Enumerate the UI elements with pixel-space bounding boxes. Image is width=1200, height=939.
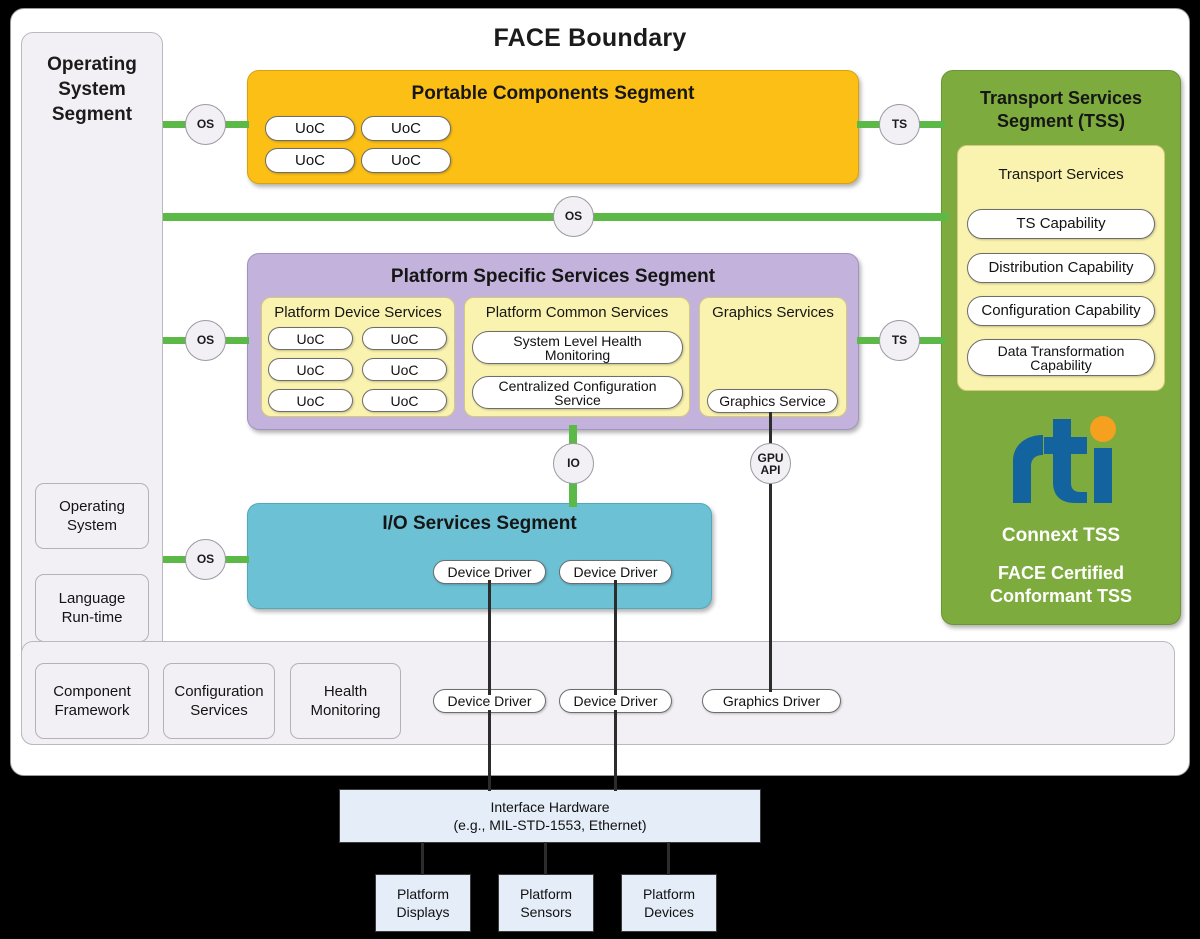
io-services-segment-title: I/O Services Segment	[382, 513, 577, 534]
gpu-api-line-2: API	[760, 462, 781, 477]
oss-item-language-runtime[interactable]: Language Run-time	[35, 574, 149, 642]
operating-system-segment-title: Operating System Segment	[21, 52, 163, 127]
pds-uoc-2[interactable]: UoC	[362, 327, 447, 350]
oss-title-line-1: Operating	[47, 54, 137, 75]
oss-item-configuration-services[interactable]: Configuration Services	[163, 663, 275, 739]
platform-sensors-line-2: Sensors	[520, 904, 572, 920]
pds-uoc-3[interactable]: UoC	[268, 358, 353, 381]
hw-to-sensors-line	[544, 842, 547, 875]
oss-item-component-framework[interactable]: Component Framework	[35, 663, 149, 739]
connector-ts-pss[interactable]: TS	[879, 320, 920, 361]
connector-os-pss[interactable]: OS	[185, 320, 226, 361]
io-line-lower	[569, 481, 577, 507]
slhm-line-2: Monitoring	[544, 346, 611, 363]
platform-specific-services-segment-title: Platform Specific Services Segment	[390, 266, 716, 287]
centralized-configuration-service[interactable]: Centralized Configuration Service	[472, 376, 683, 409]
oss-title-line-2: System	[58, 79, 126, 100]
platform-sensors-line-1: Platform	[519, 886, 573, 902]
pds-uoc-1[interactable]: UoC	[268, 327, 353, 350]
platform-common-services-title: Platform Common Services	[485, 304, 669, 321]
device-driver-to-hw-1	[488, 710, 491, 791]
oss-item-configuration-services-line-1: Configuration	[174, 683, 264, 700]
page-title: FACE Boundary	[493, 24, 687, 52]
oss-item-operating-system-line-2: System	[66, 517, 117, 534]
portable-uoc-2[interactable]: UoC	[361, 116, 451, 141]
device-driver-to-hw-2	[614, 710, 617, 791]
oss-item-operating-system[interactable]: Operating System	[35, 483, 149, 549]
oss-title-line-3: Segment	[51, 104, 133, 125]
interface-hardware-line-2: (e.g., MIL-STD-1553, Ethernet)	[453, 817, 647, 833]
oss-graphics-driver[interactable]: Graphics Driver	[702, 689, 841, 713]
platform-devices-block: Platform Devices	[621, 874, 717, 932]
oss-item-language-runtime-line-1: Language	[58, 590, 126, 607]
platform-displays-line-2: Displays	[396, 904, 450, 920]
portable-uoc-3[interactable]: UoC	[265, 148, 355, 173]
hw-to-displays-line	[421, 842, 424, 875]
connector-os-io[interactable]: OS	[185, 539, 226, 580]
gpu-line-upper	[769, 412, 772, 445]
tss-title-line-1: Transport Services	[979, 88, 1143, 108]
pds-uoc-5[interactable]: UoC	[268, 389, 353, 412]
ts-capability[interactable]: TS Capability	[967, 209, 1155, 239]
face-certified-line-1: FACE Certified	[997, 563, 1125, 583]
oss-item-language-runtime-line-2: Run-time	[61, 609, 123, 626]
interface-hardware-line-1: Interface Hardware	[490, 799, 610, 815]
hw-to-devices-line	[667, 842, 670, 875]
platform-sensors-block: Platform Sensors	[498, 874, 594, 932]
connector-os-bus[interactable]: OS	[553, 196, 594, 237]
platform-displays-line-1: Platform	[396, 886, 450, 902]
platform-devices-line-2: Devices	[644, 904, 694, 920]
oss-item-health-monitoring-line-2: Monitoring	[310, 702, 381, 719]
portable-uoc-1[interactable]: UoC	[265, 116, 355, 141]
tss-title-line-2: Segment (TSS)	[996, 111, 1125, 131]
connector-gpu-api[interactable]: GPU API	[750, 443, 791, 484]
distribution-capability[interactable]: Distribution Capability	[967, 253, 1155, 283]
face-certified-label: FACE Certified Conformant TSS	[941, 562, 1181, 608]
ccs-line-2: Service	[554, 391, 601, 408]
oss-item-health-monitoring[interactable]: Health Monitoring	[290, 663, 401, 739]
oss-item-health-monitoring-line-1: Health	[323, 683, 368, 700]
platform-device-services-title: Platform Device Services	[274, 304, 442, 321]
connector-ts-portable[interactable]: TS	[879, 104, 920, 145]
oss-item-operating-system-line-1: Operating	[59, 498, 125, 515]
portable-uoc-4[interactable]: UoC	[361, 148, 451, 173]
platform-devices-line-1: Platform	[642, 886, 696, 902]
ccs-line-1: Centralized Configuration	[498, 377, 657, 394]
connext-tss-label: Connext TSS	[1001, 525, 1121, 546]
portable-components-segment-title: Portable Components Segment	[411, 83, 695, 104]
face-certified-line-2: Conformant TSS	[990, 586, 1132, 606]
transport-services-group-title: Transport Services	[998, 166, 1124, 183]
connector-io[interactable]: IO	[553, 443, 594, 484]
oss-item-configuration-services-line-2: Services	[190, 702, 248, 719]
system-level-health-monitoring[interactable]: System Level Health Monitoring	[472, 331, 683, 364]
transport-services-segment-title: Transport Services Segment (TSS)	[941, 87, 1181, 133]
interface-hardware-block: Interface Hardware (e.g., MIL-STD-1553, …	[339, 789, 761, 843]
device-driver-line-2	[614, 580, 617, 695]
graphics-service-capsule[interactable]: Graphics Service	[707, 389, 838, 413]
diagram-canvas: FACE Boundary Operating System Segment O…	[0, 0, 1200, 939]
data-transformation-capability[interactable]: Data Transformation Capability	[967, 339, 1155, 376]
dtc-line-2: Capability	[1030, 356, 1092, 373]
oss-item-component-framework-line-2: Framework	[54, 702, 130, 719]
configuration-capability[interactable]: Configuration Capability	[967, 296, 1155, 326]
platform-displays-block: Platform Displays	[375, 874, 471, 932]
oss-item-component-framework-line-1: Component	[53, 683, 131, 700]
pds-uoc-4[interactable]: UoC	[362, 358, 447, 381]
gpu-api-line-1: GPU	[757, 450, 784, 465]
dtc-line-1: Data Transformation	[997, 342, 1125, 359]
pds-uoc-6[interactable]: UoC	[362, 389, 447, 412]
slhm-line-1: System Level Health	[513, 332, 642, 349]
gpu-line-lower	[769, 482, 772, 692]
device-driver-line-1	[488, 580, 491, 695]
graphics-services-title: Graphics Services	[712, 304, 834, 321]
connector-os-portable[interactable]: OS	[185, 104, 226, 145]
rti-logo	[941, 415, 1181, 520]
